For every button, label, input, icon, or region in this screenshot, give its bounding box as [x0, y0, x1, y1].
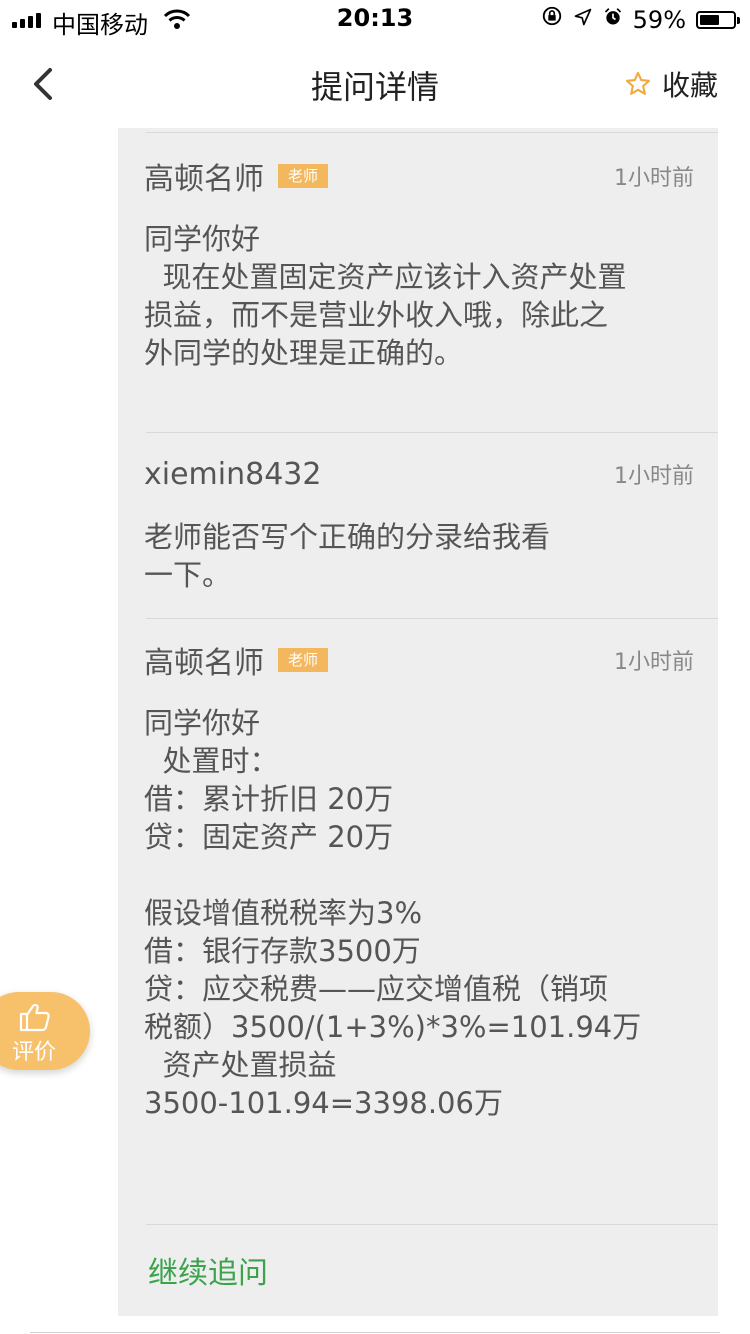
divider [146, 432, 718, 433]
message-time: 1小时前 [614, 166, 694, 191]
follow-up-button[interactable]: 继续追问 [148, 1248, 268, 1292]
message-time: 1小时前 [614, 464, 694, 489]
message-item: xiemin8432 1小时前 老师能否写个正确的分录给我看 一下。 [144, 454, 694, 594]
divider [146, 132, 718, 133]
battery-icon [696, 10, 740, 29]
message-body: 老师能否写个正确的分录给我看 一下。 [144, 520, 551, 592]
status-icons: 59% [541, 5, 740, 34]
rate-button[interactable]: 评价 [0, 992, 90, 1070]
message-header: 高顿名师 老师 1小时前 [144, 156, 694, 197]
author-name: xiemin8432 [144, 456, 322, 492]
message-item: 高顿名师 老师 1小时前 同学你好 现在处置固定资产应该计入资产处置 损益，而不… [144, 156, 694, 372]
location-icon [573, 6, 593, 34]
author-name: 高顿名师 [144, 646, 264, 681]
thumbs-up-icon [19, 1003, 50, 1032]
star-outline-icon [624, 70, 652, 98]
battery-percent: 59% [632, 5, 686, 34]
teacher-badge: 老师 [278, 648, 329, 672]
alarm-icon [603, 6, 623, 34]
favorite-label: 收藏 [661, 69, 718, 102]
message-time: 1小时前 [614, 650, 694, 675]
orientation-lock-icon [541, 5, 563, 34]
message-header: xiemin8432 1小时前 [144, 454, 694, 494]
author-name: 高顿名师 [144, 162, 264, 197]
message-body: 同学你好 处置时： 借：累计折旧 20万 贷：固定资产 20万 假设增值税税率为… [144, 706, 642, 1120]
divider [146, 618, 718, 619]
rate-label: 评价 [12, 1040, 57, 1065]
divider [146, 1224, 718, 1225]
teacher-badge: 老师 [278, 164, 329, 188]
message-header: 高顿名师 老师 1小时前 [144, 640, 694, 681]
message-body: 同学你好 现在处置固定资产应该计入资产处置 损益，而不是营业外收入哦，除此之 外… [144, 222, 627, 370]
conversation-panel: 高顿名师 老师 1小时前 同学你好 现在处置固定资产应该计入资产处置 损益，而不… [118, 128, 718, 1316]
message-item: 高顿名师 老师 1小时前 同学你好 处置时： 借：累计折旧 20万 贷：固定资产… [144, 640, 694, 1122]
favorite-button[interactable]: 收藏 [624, 64, 718, 104]
status-bar: 中国移动 20:13 59% [0, 0, 750, 40]
nav-bar: 提问详情 收藏 [0, 40, 750, 128]
divider [30, 1332, 720, 1333]
